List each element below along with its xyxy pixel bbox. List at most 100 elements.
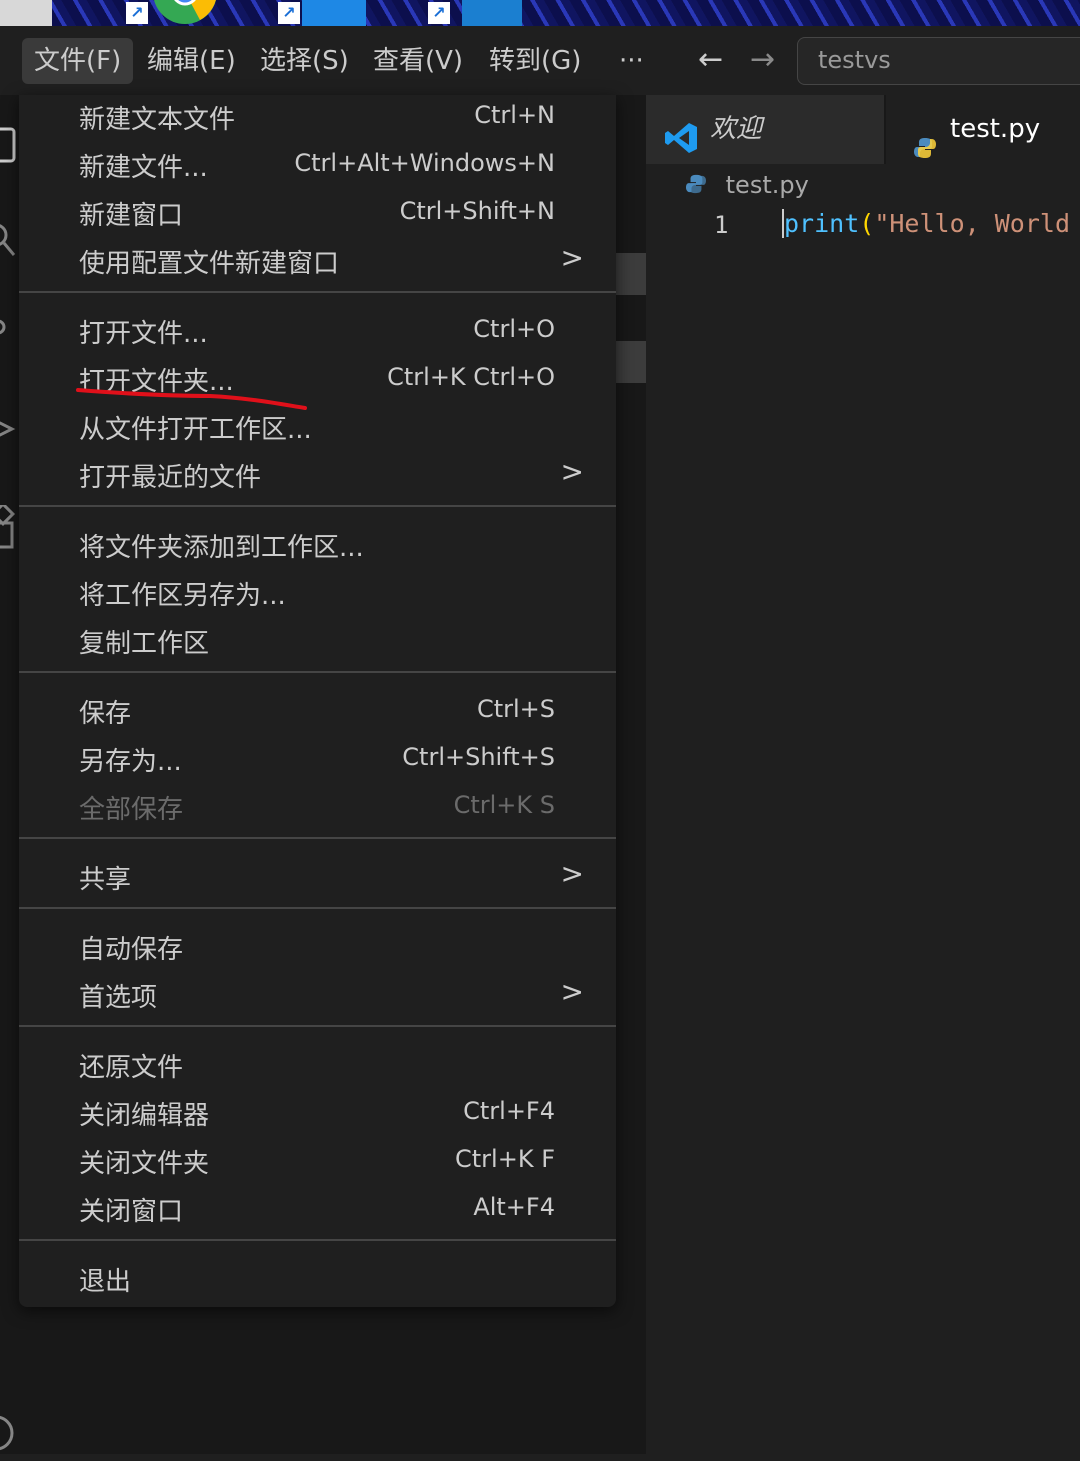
menu-separator	[19, 837, 616, 839]
chevron-right-icon: >	[560, 455, 584, 488]
code-token-string: "Hello, World	[874, 209, 1070, 238]
menu-item-label: 打开最近的文件	[79, 463, 262, 493]
menu-item-save-as[interactable]: 另存为... Ctrl+Shift+S	[19, 737, 616, 785]
line-number: 1	[714, 211, 729, 239]
editor-tabs: 欢迎 test.py	[646, 95, 1080, 164]
menu-item-add-folder-to-workspace[interactable]: 将文件夹添加到工作区...	[19, 523, 616, 571]
menu-item-auto-save[interactable]: 自动保存	[19, 925, 616, 973]
menu-item-save-all: 全部保存 Ctrl+K S	[19, 785, 616, 833]
code-token-paren: (	[859, 209, 875, 238]
menu-item-label: 将工作区另存为...	[79, 581, 286, 611]
menu-item-label: 退出	[79, 1267, 132, 1297]
sidebar-scroll-block	[616, 253, 646, 295]
search-icon[interactable]	[0, 221, 18, 256]
menu-item-shortcut: Ctrl+N	[474, 101, 555, 129]
menu-item-label: 自动保存	[79, 935, 184, 965]
menu-separator	[19, 671, 616, 673]
menu-item-label: 新建文本文件	[79, 105, 236, 135]
menu-item-shortcut: Ctrl+K F	[455, 1145, 555, 1173]
menu-separator	[19, 907, 616, 909]
menu-item-revert-file[interactable]: 还原文件	[19, 1043, 616, 1091]
menu-item-label: 将文件夹添加到工作区...	[79, 533, 364, 563]
extensions-icon[interactable]	[0, 501, 18, 549]
menu-item-label: 使用配置文件新建窗口	[79, 249, 340, 279]
menu-item-shortcut: Ctrl+F4	[463, 1097, 555, 1125]
menu-item-shortcut: Ctrl+S	[476, 695, 555, 723]
menu-item-label: 保存	[79, 699, 132, 729]
account-icon[interactable]	[0, 1413, 18, 1451]
source-control-icon[interactable]	[0, 315, 18, 347]
menu-item-open-recent[interactable]: 打开最近的文件 >	[19, 453, 616, 501]
menu-item-label: 另存为...	[79, 747, 182, 777]
menu-item-exit[interactable]: 退出	[19, 1257, 616, 1305]
tab-welcome[interactable]: 欢迎	[646, 95, 884, 164]
chevron-right-icon: >	[560, 857, 584, 890]
shortcut-arrow-icon: ↗	[428, 2, 450, 24]
menu-view[interactable]: 查看(V)	[361, 38, 475, 84]
menu-item-label: 首选项	[79, 983, 158, 1013]
file-menu-dropdown: 新建文本文件 Ctrl+N 新建文件... Ctrl+Alt+Windows+N…	[19, 95, 616, 1307]
menu-separator	[19, 291, 616, 293]
python-icon	[914, 117, 936, 186]
menu-item-open-folder[interactable]: 打开文件夹... Ctrl+K Ctrl+O	[19, 357, 616, 405]
breadcrumb-file: test.py	[725, 171, 809, 199]
menu-selection[interactable]: 选择(S)	[248, 38, 361, 84]
chevron-right-icon: >	[560, 241, 584, 274]
menu-item-label: 还原文件	[79, 1053, 184, 1083]
menu-item-duplicate-workspace[interactable]: 复制工作区	[19, 619, 616, 667]
chrome-shortcut-icon[interactable]	[150, 0, 220, 26]
forward-arrow-icon[interactable]: →	[750, 42, 775, 77]
chevron-right-icon: >	[560, 975, 584, 1008]
menu-item-new-file[interactable]: 新建文件... Ctrl+Alt+Windows+N	[19, 143, 616, 191]
menu-item-shortcut: Alt+F4	[473, 1193, 555, 1221]
tab-test-py[interactable]: test.py	[886, 95, 1080, 164]
menu-item-new-window-with-profile[interactable]: 使用配置文件新建窗口 >	[19, 239, 616, 287]
menu-item-close-editor[interactable]: 关闭编辑器 Ctrl+F4	[19, 1091, 616, 1139]
title-bar: 文件(F) 编辑(E) 选择(S) 查看(V) 转到(G) ··· ← → te…	[0, 26, 1080, 95]
menu-item-label: 全部保存	[79, 795, 184, 825]
menu-more[interactable]: ···	[607, 38, 656, 84]
editor-area: 欢迎 test.py test.py 1 print("Hello, World	[646, 95, 1080, 1454]
menu-item-open-workspace-from-file[interactable]: 从文件打开工作区...	[19, 405, 616, 453]
breadcrumb[interactable]: test.py	[686, 171, 809, 200]
command-center-search[interactable]: testvs	[797, 37, 1080, 85]
shortcut-arrow-icon: ↗	[126, 2, 148, 24]
menu-item-label: 打开文件...	[79, 319, 208, 349]
code-token-function: print	[784, 209, 860, 238]
vscode-shortcut-icon[interactable]	[462, 0, 522, 26]
sidebar-scroll-block	[616, 341, 646, 383]
python-icon	[686, 172, 706, 200]
menu-item-shortcut: Ctrl+K Ctrl+O	[387, 363, 555, 391]
menu-item-shortcut: Ctrl+Shift+S	[402, 743, 555, 771]
desktop-background: ↗ ↗ ↗	[0, 0, 1080, 26]
menu-item-shortcut: Ctrl+Alt+Windows+N	[294, 149, 555, 177]
menu-item-open-file[interactable]: 打开文件... Ctrl+O	[19, 309, 616, 357]
menu-item-preferences[interactable]: 首选项 >	[19, 973, 616, 1021]
menu-item-save-workspace-as[interactable]: 将工作区另存为...	[19, 571, 616, 619]
code-line[interactable]: print("Hello, World	[782, 209, 1070, 238]
menu-item-shortcut: Ctrl+Shift+N	[399, 197, 555, 225]
menu-separator	[19, 505, 616, 507]
command-center-text: testvs	[818, 46, 891, 74]
menu-edit[interactable]: 编辑(E)	[135, 38, 248, 84]
app-shortcut-icon[interactable]	[302, 0, 366, 26]
menu-item-label: 从文件打开工作区...	[79, 415, 312, 445]
shortcut-arrow-icon: ↗	[278, 2, 300, 24]
menu-item-label: 关闭编辑器	[79, 1101, 210, 1131]
menu-item-new-window[interactable]: 新建窗口 Ctrl+Shift+N	[19, 191, 616, 239]
menu-item-share[interactable]: 共享 >	[19, 855, 616, 903]
desktop-shortcut-icon[interactable]	[0, 0, 52, 26]
explorer-icon[interactable]	[0, 123, 18, 163]
menu-item-close-window[interactable]: 关闭窗口 Alt+F4	[19, 1187, 616, 1235]
menu-item-new-text-file[interactable]: 新建文本文件 Ctrl+N	[19, 95, 616, 143]
menu-item-close-folder[interactable]: 关闭文件夹 Ctrl+K F	[19, 1139, 616, 1187]
run-debug-icon[interactable]	[0, 413, 18, 445]
menu-item-label: 关闭文件夹	[79, 1149, 210, 1179]
menu-file[interactable]: 文件(F)	[22, 38, 134, 84]
menu-item-label: 新建窗口	[79, 201, 184, 231]
menu-item-label: 打开文件夹...	[79, 367, 234, 397]
menu-go[interactable]: 转到(G)	[477, 38, 593, 84]
back-arrow-icon[interactable]: ←	[698, 42, 723, 77]
menu-item-save[interactable]: 保存 Ctrl+S	[19, 689, 616, 737]
menu-item-label: 新建文件...	[79, 153, 208, 183]
